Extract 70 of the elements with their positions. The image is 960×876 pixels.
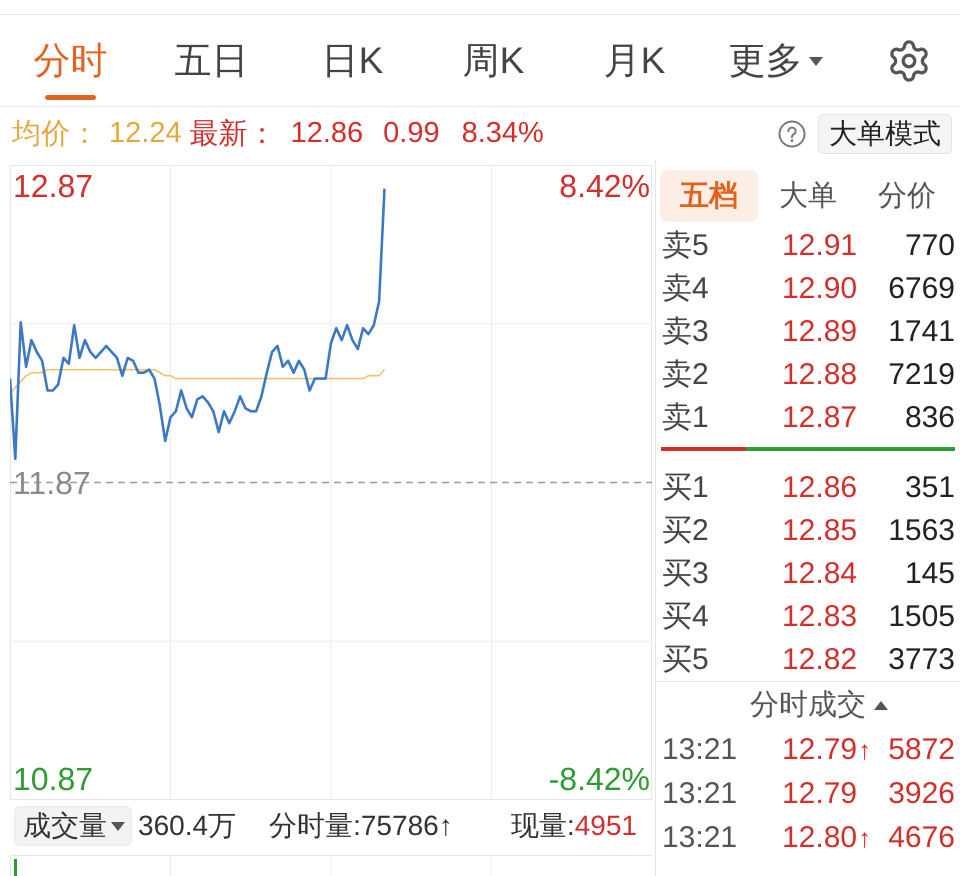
ask-volume: 7219 <box>888 358 955 392</box>
price-change: 0.99 <box>383 117 440 150</box>
bid-volume: 351 <box>904 470 955 504</box>
latest-price: 12.86 <box>290 117 364 150</box>
period-tab[interactable]: 周K <box>423 15 564 106</box>
ask-volume: 6769 <box>888 272 955 306</box>
bid-label: 买4 <box>662 599 710 635</box>
volume-bar <box>14 859 17 876</box>
ask-label: 卖1 <box>662 400 710 436</box>
current-volume: 现量:4951 <box>510 809 637 843</box>
bid-price: 12.83 <box>782 600 858 634</box>
ask-price: 12.88 <box>782 358 858 392</box>
bid-volume: 145 <box>904 556 955 590</box>
caret-down-icon <box>808 56 822 66</box>
axis-label: 10.87 <box>13 760 94 798</box>
latest-label: 最新： <box>190 116 277 152</box>
bid-price: 12.84 <box>782 556 858 590</box>
trade-arrow: ↑ <box>857 822 872 854</box>
book-tab[interactable]: 分价 <box>858 170 956 222</box>
bid-volume: 1505 <box>888 600 955 634</box>
ask-price: 12.91 <box>782 228 858 262</box>
trade-volume: 4676 <box>887 821 955 855</box>
bid-price: 12.85 <box>782 514 858 548</box>
bid-label: 买5 <box>662 642 710 678</box>
trade-time: 13:21 <box>662 733 738 767</box>
trade-price: 12.79 <box>782 777 858 811</box>
ask-label: 卖3 <box>662 314 710 350</box>
ask-volume: 770 <box>904 228 955 262</box>
ask-price: 12.87 <box>782 400 858 434</box>
trade-price: 12.79 <box>782 733 858 767</box>
indicator-dropdown[interactable]: 成交量 <box>14 806 132 846</box>
average-price-label: 均价： <box>12 116 99 152</box>
book-tab[interactable]: 大单 <box>759 170 857 222</box>
change-percent: 8.34% <box>462 117 544 150</box>
ask-volume: 1741 <box>888 314 955 348</box>
period-tab[interactable]: 五日 <box>141 15 282 106</box>
average-price: 12.24 <box>109 117 182 150</box>
trade-volume: 3926 <box>887 777 955 811</box>
ask-volume: 836 <box>904 400 955 434</box>
total-volume: 360.4万 <box>138 809 236 843</box>
ask-price: 12.90 <box>782 272 858 306</box>
trade-time: 13:21 <box>662 821 738 855</box>
trade-price: 12.80 <box>782 821 858 855</box>
caret-down-icon <box>111 822 125 830</box>
bid-label: 买1 <box>662 470 710 506</box>
period-tab[interactable]: 月K <box>564 15 705 106</box>
bid-price: 12.82 <box>782 642 858 676</box>
ask-price: 12.89 <box>782 314 858 348</box>
mode-button[interactable]: 大单模式 <box>818 114 952 154</box>
percent-label: 8.42% <box>559 167 650 205</box>
ask-label: 卖4 <box>662 271 710 307</box>
tab-underline <box>45 95 96 100</box>
bid-label: 买3 <box>662 556 710 592</box>
trade-volume: 5872 <box>887 733 955 767</box>
percent-label: -8.42% <box>548 760 650 798</box>
help-icon[interactable] <box>778 120 806 148</box>
bid-volume: 3773 <box>888 642 955 676</box>
axis-label: 11.87 <box>13 464 91 502</box>
trade-arrow: ↑ <box>857 734 872 766</box>
bid-price: 12.86 <box>782 470 858 504</box>
ask-label: 卖2 <box>662 357 710 393</box>
trades-toggle[interactable]: 分时成交 <box>750 685 888 725</box>
bid-label: 买2 <box>662 513 710 549</box>
more-menu[interactable]: 更多 <box>705 15 846 106</box>
ask-label: 卖5 <box>662 228 710 264</box>
bid-volume: 1563 <box>888 514 955 548</box>
trade-time: 13:21 <box>662 777 738 811</box>
period-tab[interactable]: 日K <box>282 15 423 106</box>
minute-volume: 分时量:75786↑ <box>269 809 453 843</box>
axis-label: 12.87 <box>13 166 94 205</box>
